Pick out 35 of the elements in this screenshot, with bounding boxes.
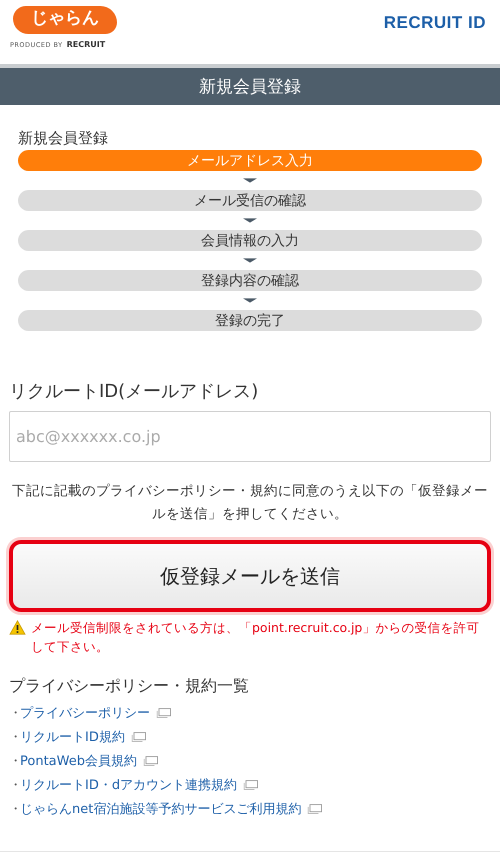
down-arrow-icon bbox=[243, 217, 257, 224]
down-arrow-icon bbox=[243, 257, 257, 264]
policy-link[interactable]: プライバシーポリシー bbox=[20, 704, 150, 722]
new-window-icon bbox=[142, 756, 158, 766]
submit-button[interactable]: 仮登録メールを送信 bbox=[9, 540, 491, 612]
policy-link[interactable]: じゃらんnet宿泊施設等予約サービスご利用規約 bbox=[20, 800, 302, 818]
section-title: プライバシーポリシー・規約一覧 bbox=[9, 676, 250, 697]
progress-step: メールアドレス入力 bbox=[18, 150, 482, 171]
policy-link[interactable]: リクルートID規約 bbox=[20, 728, 125, 746]
field-label: リクルートID(メールアドレス) bbox=[9, 380, 260, 403]
progress-step: 登録内容の確認 bbox=[18, 270, 482, 291]
title-bar: 新規会員登録 bbox=[0, 68, 500, 105]
progress-step: 登録の完了 bbox=[18, 310, 482, 331]
new-window-icon bbox=[242, 780, 258, 790]
progress-step: メール受信の確認 bbox=[18, 190, 482, 211]
bullet: ・ bbox=[9, 801, 20, 818]
email-input[interactable]: abc@xxxxxx.co.jp bbox=[9, 411, 491, 462]
bullet: ・ bbox=[9, 753, 20, 770]
bullet: ・ bbox=[9, 729, 20, 746]
new-window-icon bbox=[155, 708, 171, 718]
policy-link[interactable]: リクルートID・dアカウント連携規約 bbox=[20, 776, 238, 794]
warning-icon bbox=[9, 620, 26, 635]
bullet: ・ bbox=[9, 777, 20, 794]
new-window-icon bbox=[306, 804, 322, 814]
progress-step: 会員情報の入力 bbox=[18, 230, 482, 251]
bullet: ・ bbox=[9, 705, 20, 722]
warning-text: メール受信制限をされている方は、「point.recruit.co.jp」からの受信を許可して下さい。 bbox=[31, 619, 480, 656]
new-window-icon bbox=[130, 732, 146, 742]
down-arrow-icon bbox=[243, 177, 257, 184]
down-arrow-icon bbox=[243, 297, 257, 304]
section-title: 新規会員登録 bbox=[18, 129, 109, 148]
instruction-text: 下記に記載のプライバシーポリシー・規約に同意のうえ以下の「仮登録メールを送信」を押してください。 bbox=[11, 482, 489, 524]
brand-logo: RECRUIT ID bbox=[384, 13, 486, 33]
policy-link[interactable]: PontaWeb会員規約 bbox=[20, 752, 137, 770]
brand-logo: RECRUIT bbox=[66, 40, 106, 49]
